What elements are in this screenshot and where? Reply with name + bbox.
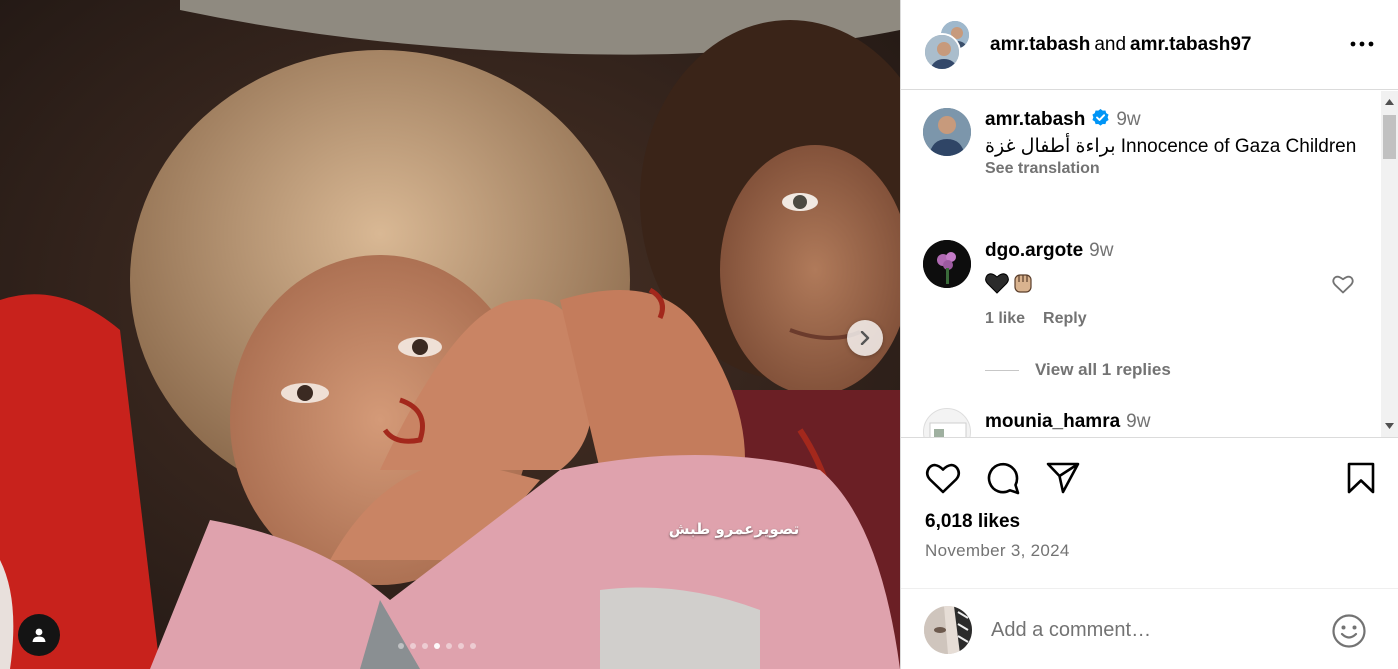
- coauthor-username[interactable]: amr.tabash97: [1130, 34, 1251, 55]
- post-dialog: تصويرعمرو طبش amr.tabash and amr.tabash9…: [0, 0, 1398, 669]
- caption-text: براءة أطفال غزة Innocence of Gaza Childr…: [985, 136, 1357, 157]
- caption-timestamp[interactable]: 9w: [1116, 109, 1140, 130]
- see-translation-button[interactable]: See translation: [985, 160, 1375, 178]
- smiley-icon: [1332, 614, 1366, 648]
- comment-timestamp[interactable]: 9w: [1089, 240, 1113, 261]
- view-replies-button[interactable]: View all 1 replies: [985, 360, 1171, 380]
- post-authors: amr.tabash and amr.tabash97: [990, 34, 1252, 56]
- avatar[interactable]: [923, 108, 971, 156]
- view-replies-label: View all 1 replies: [1035, 360, 1171, 379]
- carousel-dot-active: [434, 643, 440, 649]
- comment-username[interactable]: dgo.argote: [985, 240, 1083, 261]
- chevron-right-icon: [860, 331, 870, 345]
- comments-section[interactable]: amr.tabash 9w براءة أطفال غزة Innocence o…: [901, 91, 1398, 438]
- post-photo: [0, 0, 900, 669]
- emoji-picker-button[interactable]: [1331, 613, 1367, 649]
- avatar: [924, 606, 972, 654]
- scroll-down-arrow-icon[interactable]: [1381, 417, 1398, 434]
- verified-badge-icon: [1091, 108, 1110, 132]
- caption-username[interactable]: amr.tabash: [985, 109, 1085, 130]
- heart-icon: [925, 463, 961, 494]
- more-options-button[interactable]: [1347, 31, 1377, 57]
- scrollbar-thumb[interactable]: [1383, 115, 1396, 159]
- three-dots-icon: [1350, 41, 1374, 47]
- comment-text: [985, 272, 1315, 294]
- carousel-dot: [410, 643, 416, 649]
- collab-avatars[interactable]: [923, 19, 975, 71]
- comment-item: dgo.argote 9w 1 like Reply View all 1 rep…: [923, 240, 1373, 380]
- like-button[interactable]: [923, 456, 963, 500]
- paper-plane-icon: [1046, 462, 1080, 494]
- carousel-indicator: [398, 643, 476, 649]
- post-side-panel: amr.tabash and amr.tabash97 amr.tabash 9w ب…: [900, 0, 1398, 669]
- carousel-dot: [422, 643, 428, 649]
- carousel-dot: [446, 643, 452, 649]
- share-button[interactable]: [1043, 456, 1083, 500]
- next-slide-button[interactable]: [847, 320, 883, 356]
- divider: [985, 369, 1019, 371]
- carousel-dot: [398, 643, 404, 649]
- comments-scrollbar[interactable]: [1381, 91, 1398, 437]
- comment-username[interactable]: mounia_hamra: [985, 411, 1120, 432]
- avatar[interactable]: [923, 33, 961, 71]
- black-heart-icon: [985, 273, 1009, 294]
- reply-button[interactable]: Reply: [1043, 310, 1087, 328]
- heart-icon[interactable]: [1331, 272, 1355, 296]
- authors-conjunction: and: [1094, 34, 1127, 55]
- bookmark-icon: [1347, 462, 1375, 494]
- raised-fist-icon: [1014, 274, 1032, 293]
- post-actions: [901, 456, 1398, 500]
- likes-count[interactable]: 6,018 likes: [925, 511, 1020, 533]
- post-date[interactable]: November 3, 2024: [925, 541, 1070, 561]
- comment-button[interactable]: [983, 456, 1023, 500]
- post-header: amr.tabash and amr.tabash97: [901, 0, 1398, 90]
- tagged-users-button[interactable]: [18, 614, 60, 656]
- photo-watermark: تصويرعمرو طبش: [668, 520, 800, 538]
- comment-bubble-icon: [987, 462, 1020, 495]
- add-comment-bar: [901, 588, 1398, 669]
- comment-like-count[interactable]: 1 like: [985, 310, 1025, 328]
- post-media[interactable]: تصويرعمرو طبش: [0, 0, 900, 669]
- avatar[interactable]: [923, 408, 971, 437]
- comment-input[interactable]: [991, 615, 1311, 645]
- save-button[interactable]: [1341, 456, 1381, 500]
- carousel-dot: [470, 643, 476, 649]
- scroll-up-arrow-icon[interactable]: [1381, 93, 1398, 110]
- comment-timestamp[interactable]: 9w: [1126, 411, 1150, 432]
- avatar[interactable]: [923, 240, 971, 288]
- user-tag-icon: [32, 628, 46, 642]
- author-username[interactable]: amr.tabash: [990, 34, 1090, 55]
- carousel-dot: [458, 643, 464, 649]
